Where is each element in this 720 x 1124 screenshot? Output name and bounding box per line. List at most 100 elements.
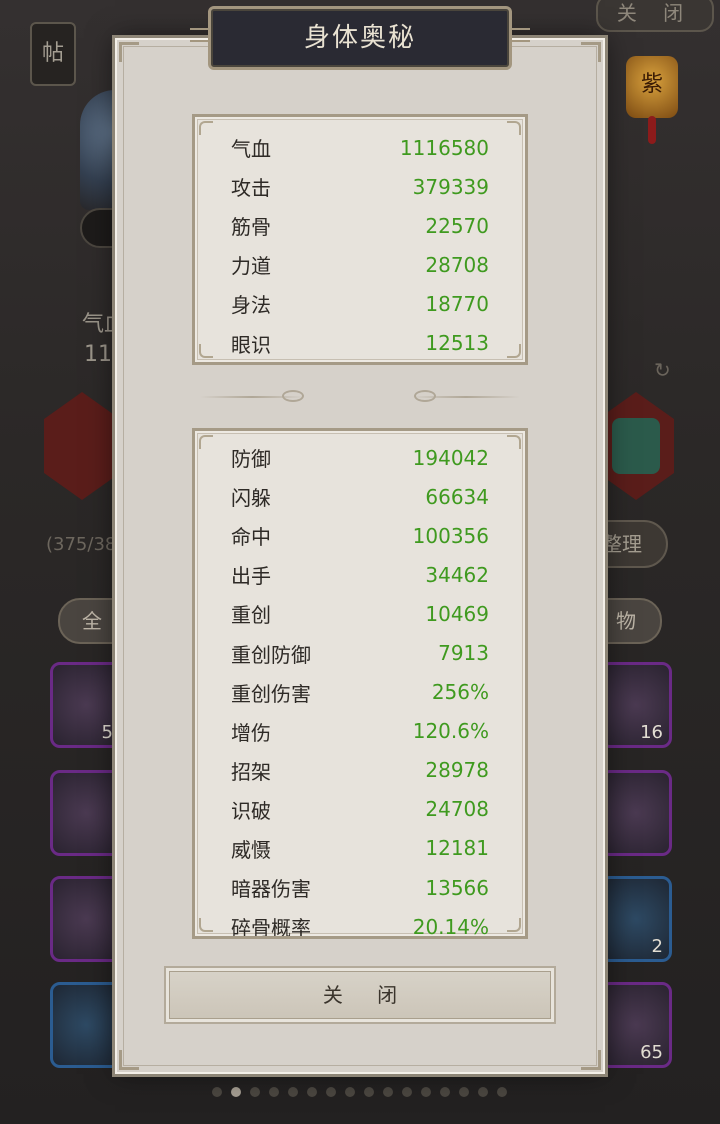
stat-row: 身法 18770 xyxy=(231,284,489,323)
stat-row: 出手 34462 xyxy=(231,555,489,594)
inventory-slot xyxy=(50,770,122,856)
advanced-stats-box[interactable]: 防御 194042 闪躲 66634 命中 100356 出手 34462 重创 10469 重创防… xyxy=(192,428,528,939)
page-dot xyxy=(364,1087,374,1097)
stat-row: 力道 28708 xyxy=(231,245,489,284)
stat-row: 命中 100356 xyxy=(231,516,489,555)
stat-value: 22570 xyxy=(425,213,489,238)
page-dot xyxy=(345,1087,355,1097)
stat-value: 10469 xyxy=(425,601,489,626)
stat-label: 重创 xyxy=(231,603,271,628)
stat-label: 命中 xyxy=(231,525,271,550)
stat-value: 12513 xyxy=(425,331,489,356)
stat-label: 力道 xyxy=(231,254,271,279)
stat-value: 28708 xyxy=(425,252,489,277)
slot-count: 5 xyxy=(101,722,113,743)
close-button[interactable]: 关 闭 xyxy=(164,966,556,1024)
title-ornament xyxy=(510,28,530,42)
box-corner xyxy=(199,121,213,135)
stat-row: 招架 28978 xyxy=(231,751,489,790)
page-dot xyxy=(497,1087,507,1097)
post-icon: 帖 xyxy=(30,22,76,86)
stat-label: 招架 xyxy=(231,759,271,784)
stat-label: 重创防御 xyxy=(231,642,311,667)
stat-value: 256% xyxy=(431,680,489,705)
page-indicator xyxy=(212,1082,516,1097)
box-corner xyxy=(199,918,213,932)
stat-label: 重创伤害 xyxy=(231,681,311,706)
stat-row: 增伤 120.6% xyxy=(231,712,489,751)
corner-ornament xyxy=(581,1050,601,1070)
box-corner xyxy=(199,344,213,358)
stat-row: 碎骨概率 20.14% xyxy=(231,907,489,939)
slot-count: 16 xyxy=(640,722,663,743)
advanced-stats-list: 防御 194042 闪躲 66634 命中 100356 出手 34462 重创 10469 重创防… xyxy=(231,438,489,939)
inventory-slot xyxy=(600,770,672,856)
stat-row: 防御 194042 xyxy=(231,438,489,477)
stat-row: 暗器伤害 13566 xyxy=(231,868,489,907)
page-dot xyxy=(269,1087,279,1097)
page-dot xyxy=(212,1087,222,1097)
tab-items: 物 xyxy=(598,598,662,644)
stat-value: 1116580 xyxy=(399,135,489,160)
background-close-button: 关 闭 xyxy=(596,0,714,32)
stat-value: 28978 xyxy=(425,758,489,783)
stat-row: 威慑 12181 xyxy=(231,829,489,868)
stat-value: 13566 xyxy=(425,875,489,900)
stat-label: 身法 xyxy=(231,293,271,318)
basic-stats-box[interactable]: 气血 1116580 攻击 379339 筋骨 22570 力道 28708 身法 18770 眼识… xyxy=(192,114,528,365)
corner-ornament xyxy=(119,1050,139,1070)
stat-value: 18770 xyxy=(425,291,489,316)
stat-value: 66634 xyxy=(425,484,489,509)
stat-row: 重创 10469 xyxy=(231,594,489,633)
stat-value: 20.14% xyxy=(412,914,489,939)
stat-row: 闪躲 66634 xyxy=(231,477,489,516)
stat-label: 威慑 xyxy=(231,837,271,862)
slot-count: 65 xyxy=(640,1042,663,1063)
stat-label: 碎骨概率 xyxy=(231,916,311,939)
title-ornament xyxy=(190,28,210,42)
stat-label: 闪躲 xyxy=(231,486,271,511)
corner-ornament xyxy=(581,42,601,62)
stat-row: 攻击 379339 xyxy=(231,167,489,206)
stat-label: 识破 xyxy=(231,798,271,823)
stat-row: 眼识 12513 xyxy=(231,323,489,362)
slot-count: 2 xyxy=(651,936,663,957)
stat-value: 120.6% xyxy=(412,719,489,744)
page-dot xyxy=(307,1087,317,1097)
box-corner xyxy=(507,344,521,358)
inventory-slot xyxy=(50,982,122,1068)
divider-ornament xyxy=(282,390,304,402)
stat-label: 防御 xyxy=(231,447,271,472)
modal-title: 身体奥秘 xyxy=(208,6,512,70)
stat-value: 194042 xyxy=(412,445,489,470)
stat-value: 12181 xyxy=(425,836,489,861)
stat-row: 识破 24708 xyxy=(231,790,489,829)
stat-row: 重创伤害 256% xyxy=(231,673,489,712)
page-dot xyxy=(326,1087,336,1097)
stat-row: 筋骨 22570 xyxy=(231,206,489,245)
emblem-icon: 紫 xyxy=(626,56,678,144)
stat-label: 气血 xyxy=(231,137,271,162)
page-dot xyxy=(402,1087,412,1097)
basic-stats-list: 气血 1116580 攻击 379339 筋骨 22570 力道 28708 身法 18770 眼识… xyxy=(231,128,489,362)
box-corner xyxy=(199,435,213,449)
bag-count: (375/38 xyxy=(46,534,117,555)
stat-label: 暗器伤害 xyxy=(231,877,311,902)
corner-ornament xyxy=(119,42,139,62)
stat-value: 7913 xyxy=(438,641,489,666)
page-dot xyxy=(383,1087,393,1097)
stat-label: 筋骨 xyxy=(231,215,271,240)
page-dot xyxy=(459,1087,469,1097)
divider-ornament xyxy=(414,390,436,402)
page-dot xyxy=(478,1087,488,1097)
inventory-slot: 65 xyxy=(600,982,672,1068)
box-corner xyxy=(507,435,521,449)
inventory-slot: 2 xyxy=(600,876,672,962)
stat-value: 100356 xyxy=(412,523,489,548)
page-dot xyxy=(288,1087,298,1097)
stat-value: 379339 xyxy=(412,174,489,199)
page-dot xyxy=(250,1087,260,1097)
stat-value: 24708 xyxy=(425,797,489,822)
stat-value: 34462 xyxy=(425,562,489,587)
stat-label: 增伤 xyxy=(231,720,271,745)
